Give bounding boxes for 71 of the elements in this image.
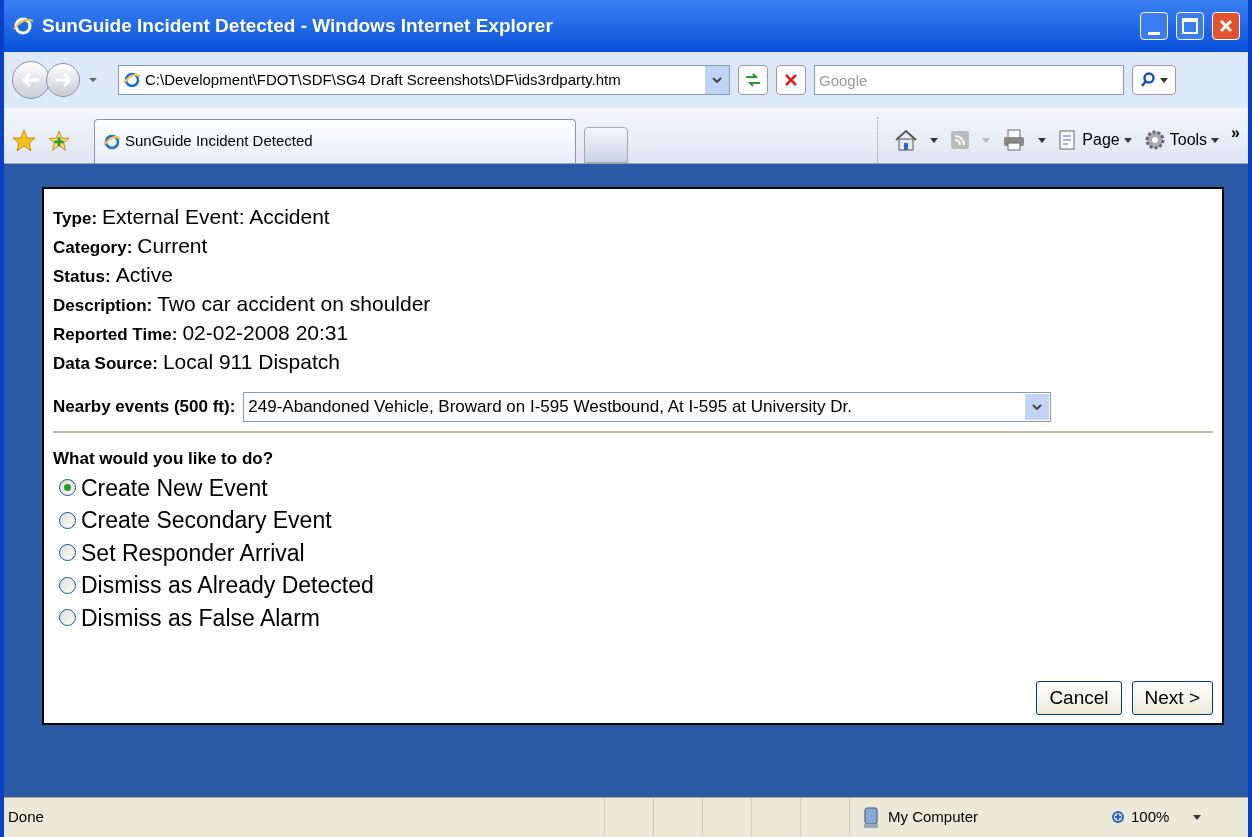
field-label: Status: (53, 266, 111, 288)
option-label[interactable]: Create Secondary Event (81, 503, 332, 538)
field-label: Data Source: (53, 353, 158, 375)
caret-icon[interactable] (930, 137, 939, 143)
next-button[interactable]: Next > (1131, 681, 1213, 715)
star-icon[interactable] (12, 129, 36, 153)
field-label: Category: (53, 237, 133, 259)
zoom-icon (1111, 809, 1127, 826)
close-icon (784, 73, 798, 87)
page-menu-button[interactable]: Page (1058, 128, 1132, 152)
caret-icon[interactable] (1193, 815, 1202, 820)
close-button[interactable] (1212, 12, 1240, 40)
search-icon (1140, 72, 1156, 88)
back-arrow-icon (22, 73, 40, 87)
maximize-button[interactable] (1176, 12, 1204, 40)
back-button[interactable] (12, 61, 50, 99)
field-label: Reported Time: (53, 324, 178, 346)
field-value: Two car accident on shoulder (157, 291, 431, 317)
caret-icon[interactable] (1211, 137, 1220, 143)
browser-logo-icon (12, 15, 34, 37)
home-icon[interactable] (894, 129, 919, 151)
field-value: Local 911 Dispatch (162, 349, 340, 375)
window-title: SunGuide Incident Detected - Windows Internet Explorer (42, 13, 554, 38)
zone-label: My Computer (888, 807, 979, 828)
radio-button[interactable] (59, 479, 76, 497)
computer-icon (862, 806, 880, 829)
address-field[interactable]: C:\Development\FDOT\SDF\SG4 Draft Screenshots\DF\ids3rdparty.htm (118, 65, 730, 95)
page-icon (103, 132, 121, 151)
zoom-button[interactable]: 100% (1099, 806, 1202, 829)
option-label[interactable]: Dismiss as False Alarm (81, 600, 320, 635)
nearby-events-label: Nearby events (500 ft): (53, 396, 236, 419)
nearby-events-select[interactable]: 249-Abandoned Vehicle, Broward on I-595 Westbound, At I-595 at University Dr. (243, 392, 1052, 422)
minimize-button[interactable] (1140, 12, 1168, 40)
page-icon (123, 71, 141, 89)
field-value: External Event: Accident (102, 204, 330, 230)
radio-button[interactable] (59, 511, 76, 529)
search-button[interactable] (1132, 65, 1176, 95)
chevron-button[interactable]: » (1231, 121, 1240, 145)
refresh-button[interactable] (738, 65, 768, 95)
dropdown-button[interactable] (705, 66, 729, 94)
close-icon (1219, 19, 1233, 33)
refresh-icon (744, 73, 762, 87)
field-value: Current (137, 233, 208, 259)
field-value: Active (115, 262, 173, 288)
search-field[interactable]: Google (814, 65, 1124, 95)
caret-icon (1032, 404, 1043, 410)
option-label[interactable]: Dismiss as Already Detected (81, 568, 374, 603)
status-text: Done (7, 807, 45, 828)
browser-tab[interactable]: SunGuide Incident Detected (94, 119, 576, 163)
option-label[interactable]: Create New Event (81, 470, 268, 505)
question-label: What would you like to do? (53, 448, 275, 470)
caret-icon[interactable] (1123, 137, 1132, 143)
radio-button[interactable] (59, 576, 76, 594)
field-value: 02-02-2008 20:31 (182, 320, 349, 346)
add-favorite-icon[interactable] (48, 130, 70, 152)
forward-button[interactable] (46, 63, 80, 97)
radio-button[interactable] (59, 544, 76, 562)
forward-arrow-icon (55, 73, 71, 87)
printer-icon[interactable] (1002, 129, 1027, 151)
caret-icon[interactable] (1038, 137, 1047, 143)
caret-icon[interactable] (1160, 77, 1168, 83)
radio-button[interactable] (59, 609, 76, 627)
field-label: Description: (53, 295, 153, 317)
stop-button[interactable] (776, 65, 806, 95)
cancel-button[interactable]: Cancel (1036, 681, 1122, 715)
gear-icon (1143, 129, 1166, 151)
dropdown-button[interactable] (1025, 394, 1050, 420)
caret-icon (712, 77, 722, 83)
tools-menu-button[interactable]: Tools (1143, 128, 1220, 152)
option-label[interactable]: Set Responder Arrival (81, 535, 305, 570)
field-label: Type: (53, 208, 98, 230)
